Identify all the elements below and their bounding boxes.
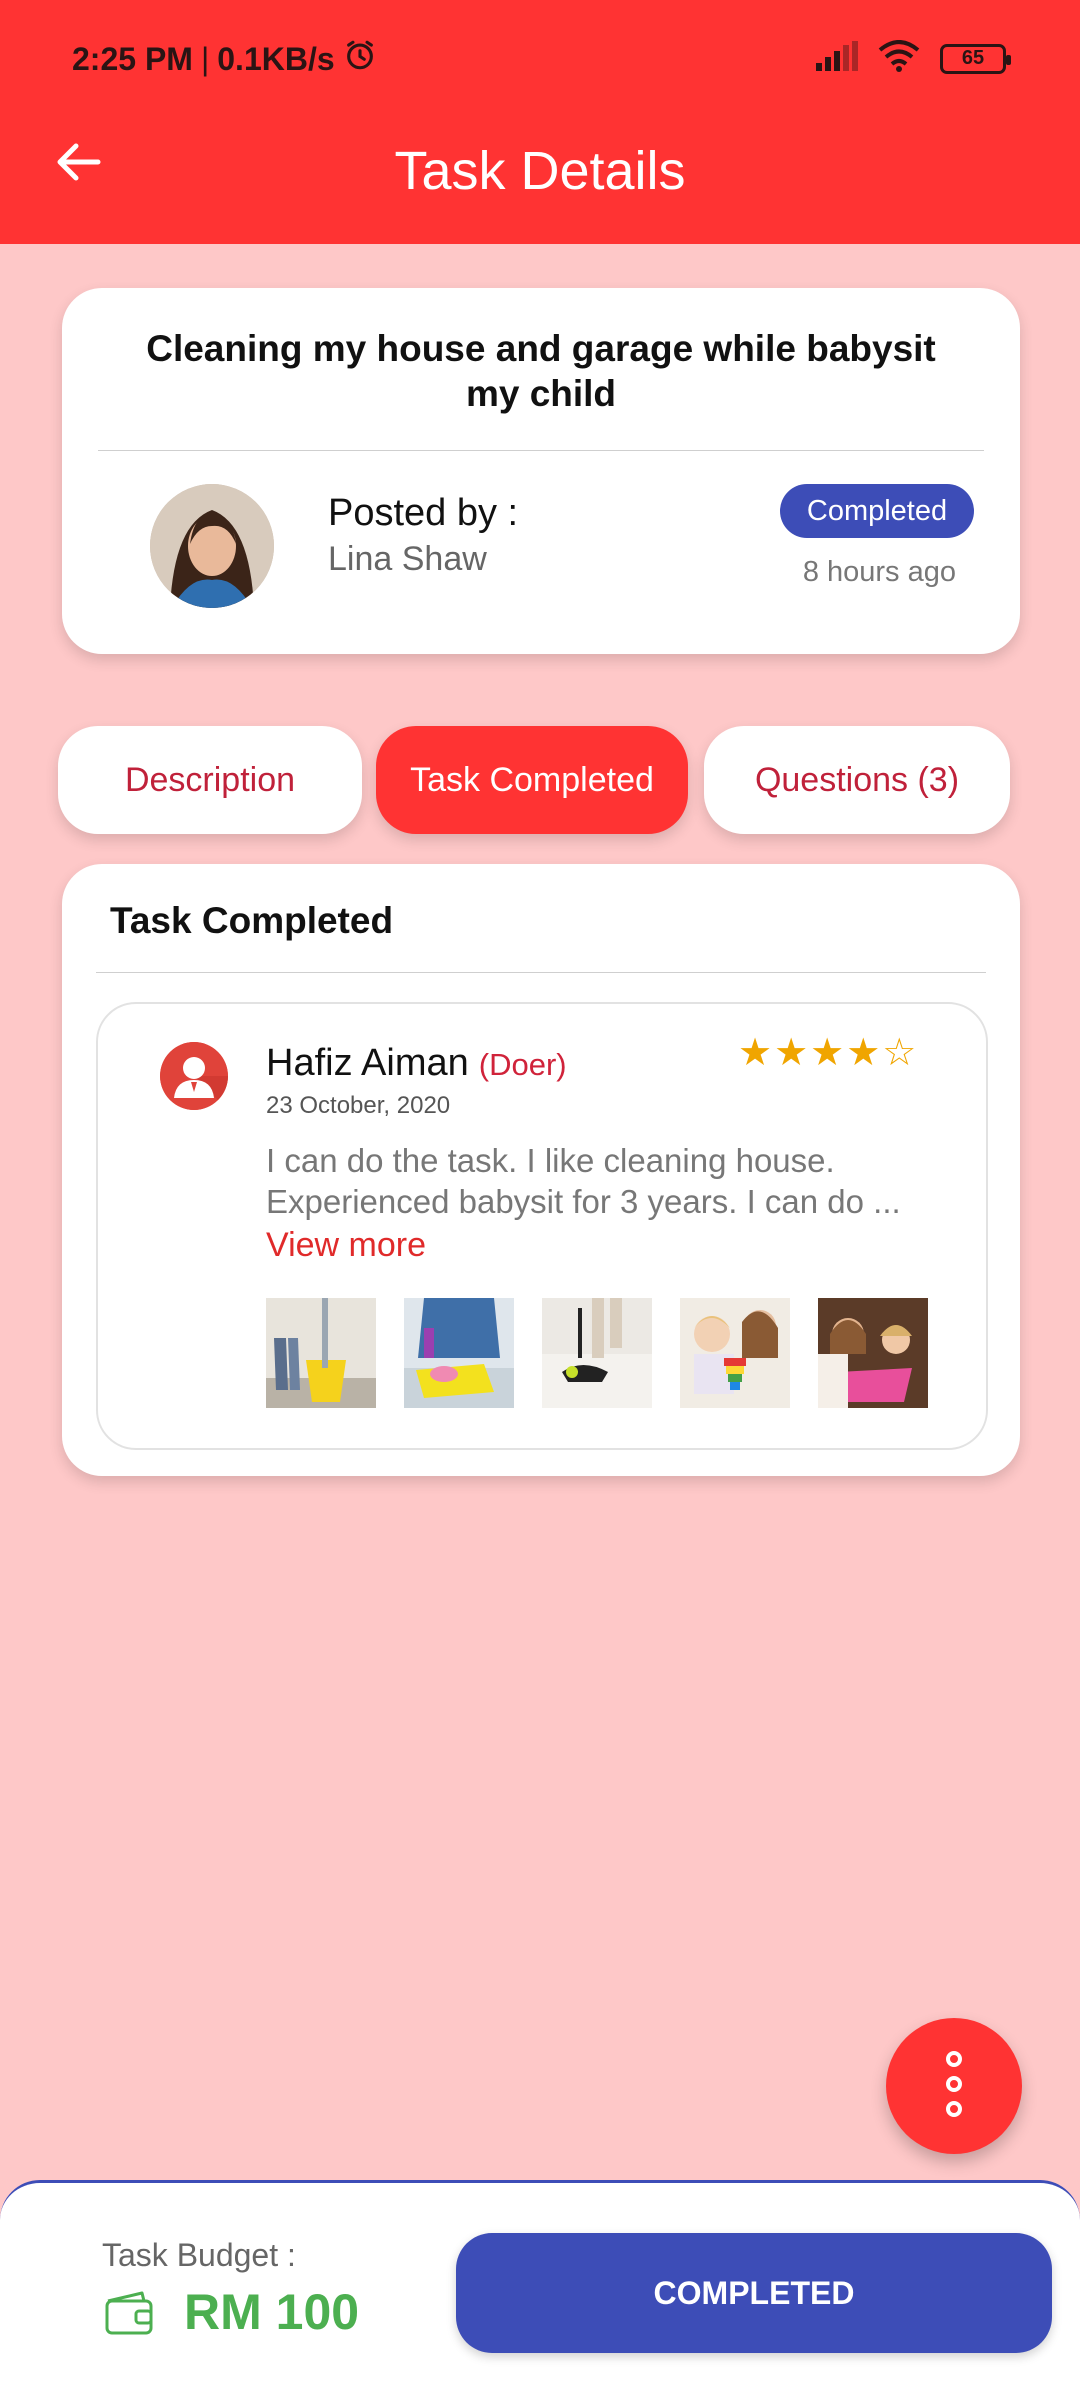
page-title: Task Details bbox=[394, 141, 686, 201]
wifi-icon bbox=[878, 40, 920, 77]
vacuum-photo[interactable] bbox=[542, 1298, 652, 1408]
divider bbox=[98, 450, 984, 451]
poster-name: Lina Shaw bbox=[328, 540, 487, 578]
status-speed: 0.1KB/s bbox=[217, 40, 335, 77]
doer-role: (Doer) bbox=[478, 1047, 567, 1082]
photo-gallery bbox=[266, 1298, 928, 1408]
status-separator: | bbox=[200, 40, 210, 77]
mop-bucket-photo[interactable] bbox=[266, 1298, 376, 1408]
doer-name: Hafiz Aiman bbox=[266, 1042, 469, 1084]
toddler-toys-photo[interactable] bbox=[680, 1298, 790, 1408]
status-bar-right: 65 bbox=[814, 40, 1011, 77]
status-time: 2:25 PM bbox=[72, 40, 193, 77]
poster-avatar[interactable] bbox=[150, 484, 274, 608]
tab-task-completed[interactable]: Task Completed bbox=[376, 726, 688, 834]
doer-avatar-icon[interactable] bbox=[160, 1042, 228, 1110]
completion-entry: Hafiz Aiman (Doer) 23 October, 2020 ★★★★☆… bbox=[96, 1002, 988, 1450]
alarm-icon bbox=[343, 38, 377, 80]
star-rating: ★★★★☆ bbox=[738, 1032, 919, 1074]
completion-date: 23 October, 2020 bbox=[266, 1092, 451, 1119]
battery-icon: 65 bbox=[940, 43, 1011, 74]
status-badge: Completed bbox=[780, 484, 974, 538]
cleaning-table-photo[interactable] bbox=[404, 1298, 514, 1408]
wallet-icon bbox=[104, 2291, 154, 2340]
divider bbox=[96, 972, 986, 973]
more-options-button[interactable] bbox=[886, 2018, 1022, 2154]
posted-by-label: Posted by : bbox=[328, 492, 519, 534]
budget-value: RM 100 bbox=[184, 2284, 360, 2340]
posted-time: 8 hours ago bbox=[802, 556, 956, 588]
view-more-link[interactable]: View more bbox=[266, 1226, 426, 1265]
tab-questions[interactable]: Questions (3) bbox=[704, 726, 1010, 834]
section-title: Task Completed bbox=[110, 900, 394, 941]
bottom-bar: Task Budget : RM 100 COMPLETED bbox=[0, 2180, 1080, 2400]
completion-description: I can do the task. I like cleaning house… bbox=[266, 1142, 901, 1220]
app-header: 2:25 PM | 0.1KB/s 65 Task Details bbox=[0, 0, 1080, 244]
status-bar-left: 2:25 PM | 0.1KB/s bbox=[72, 38, 377, 80]
completed-button[interactable]: COMPLETED bbox=[456, 2233, 1052, 2353]
task-completed-card: Task Completed Hafiz Aiman (Doer) 23 Octo… bbox=[62, 864, 1020, 1476]
task-title: Cleaning my house and garage while babys… bbox=[146, 328, 936, 414]
signal-icon bbox=[814, 41, 858, 76]
budget-label: Task Budget : bbox=[102, 2237, 296, 2273]
doer-name-row: Hafiz Aiman (Doer) bbox=[266, 1042, 567, 1085]
task-summary-card: Cleaning my house and garage while babys… bbox=[62, 288, 1020, 654]
tab-description[interactable]: Description bbox=[58, 726, 362, 834]
kids-playing-photo[interactable] bbox=[818, 1298, 928, 1408]
more-vertical-icon bbox=[939, 2049, 969, 2124]
